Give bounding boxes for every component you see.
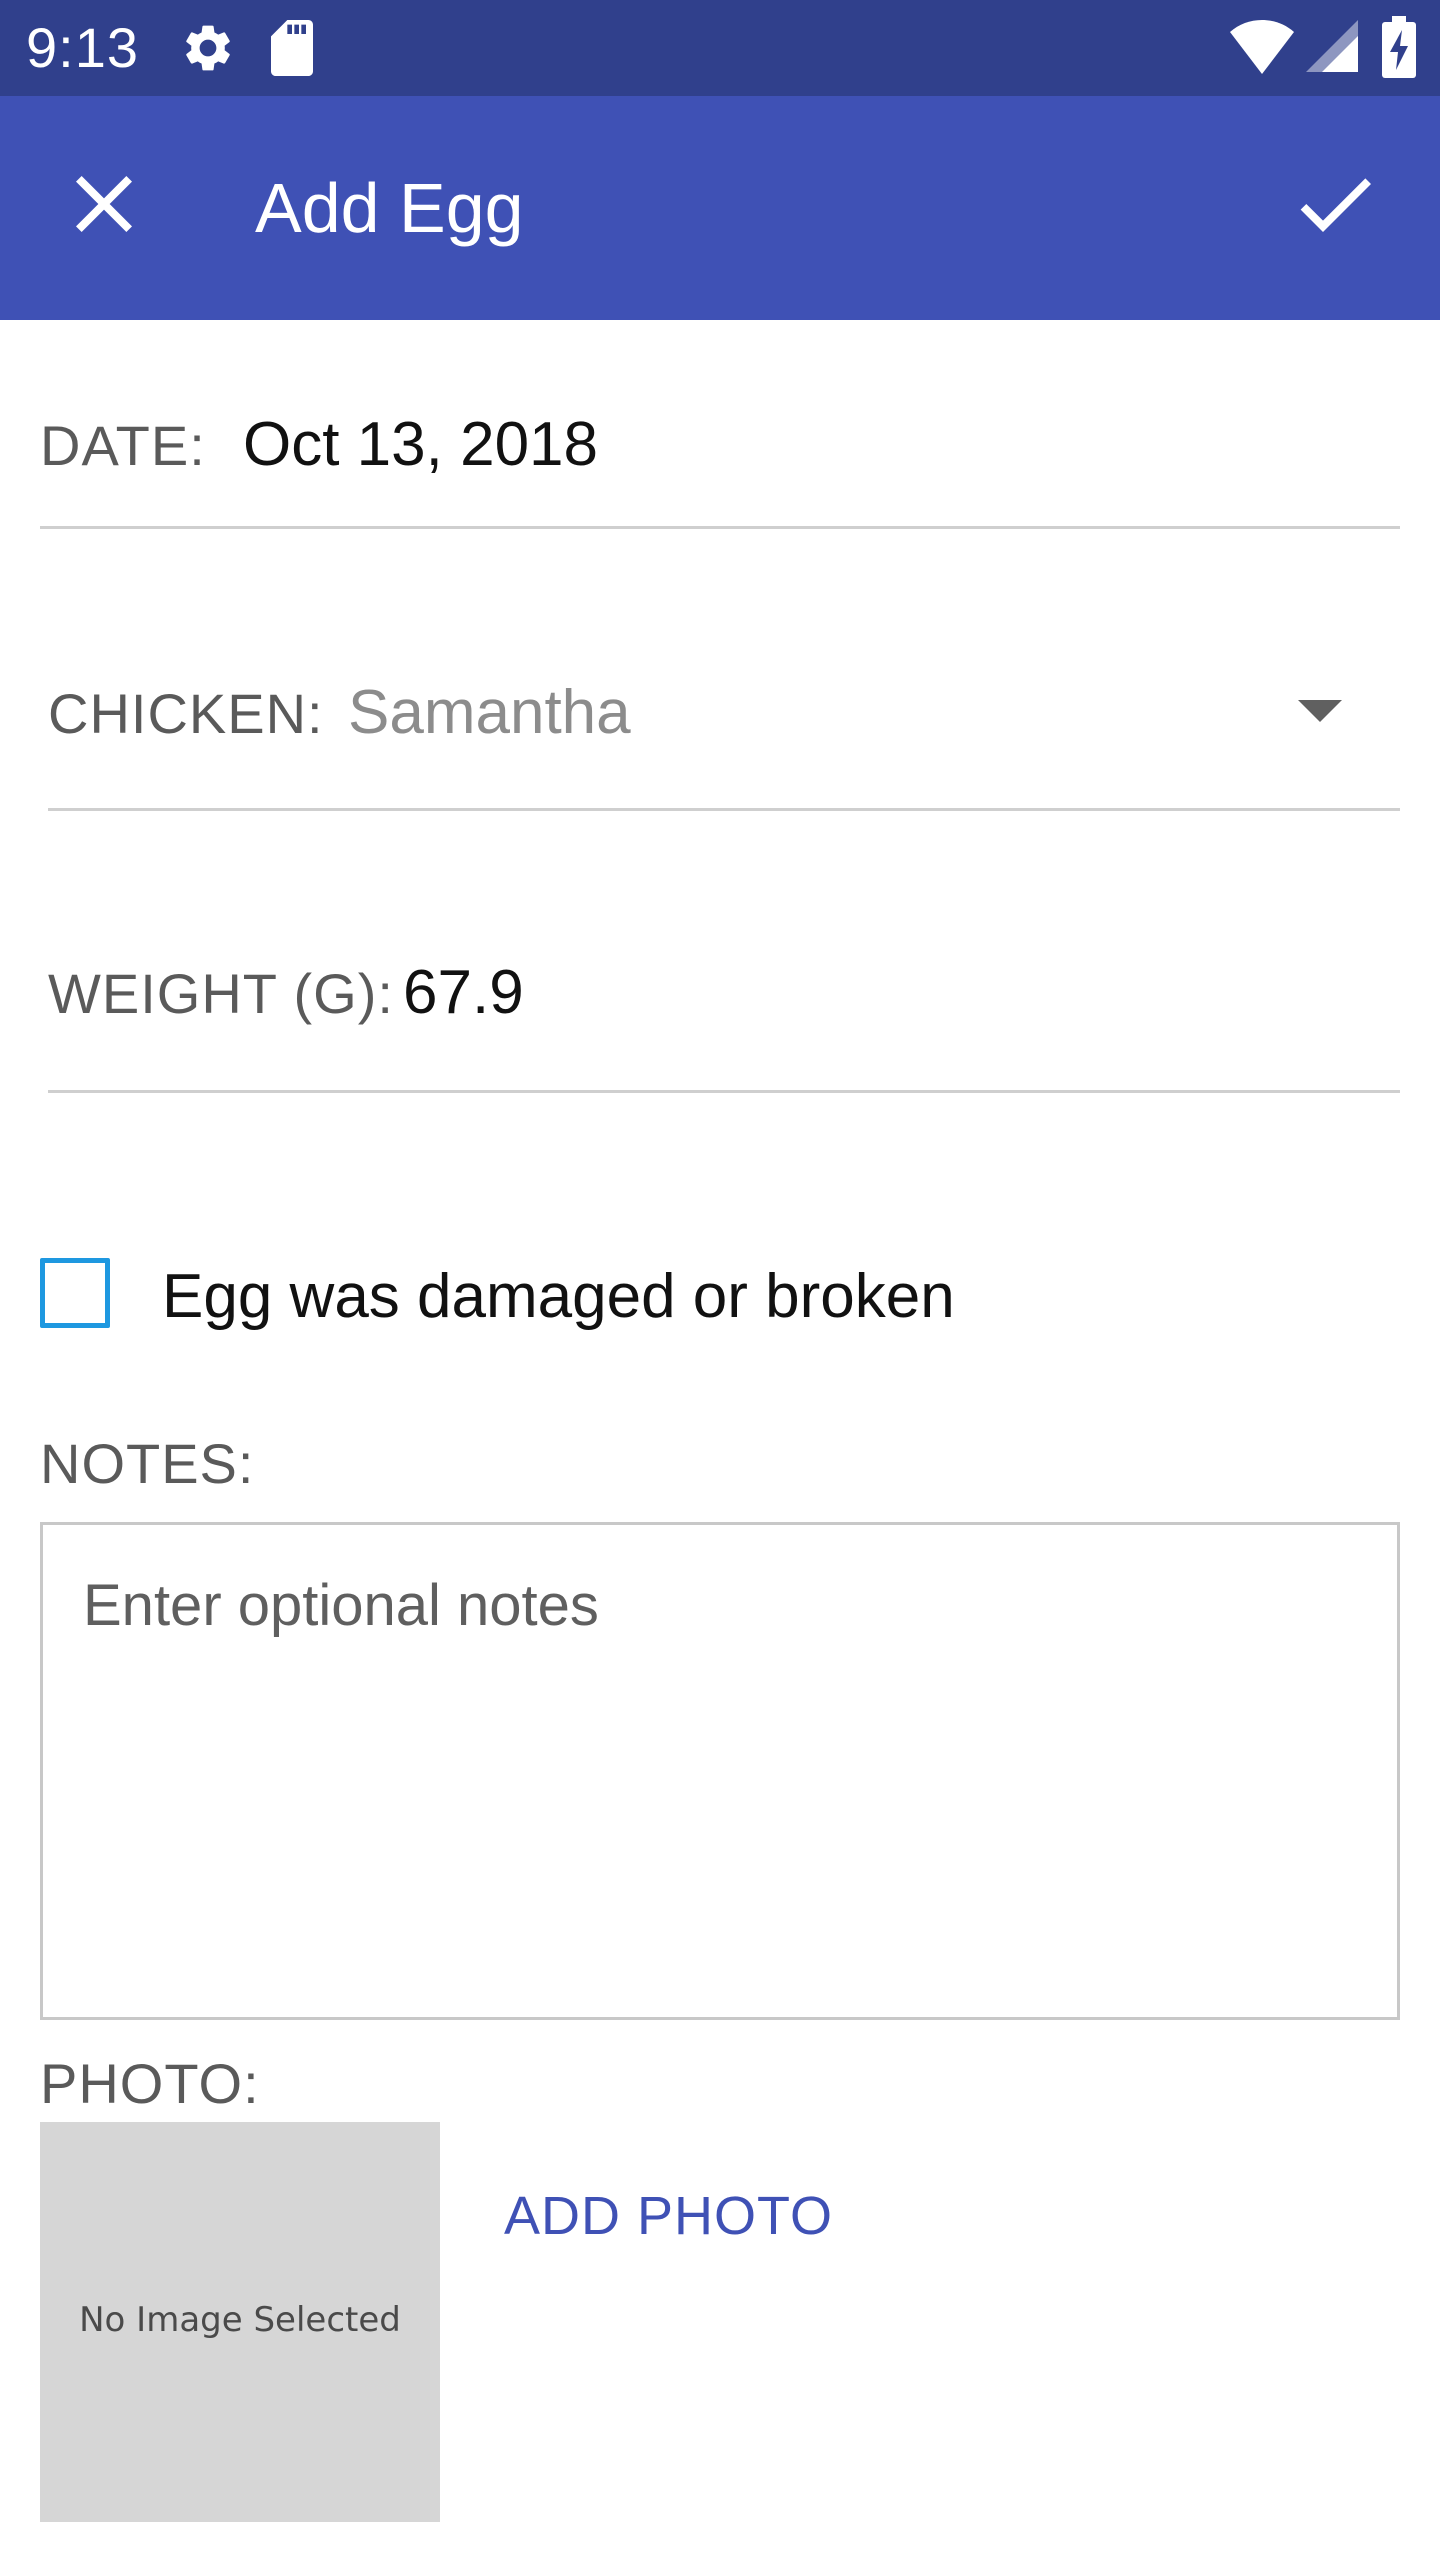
notes-label: NOTES:	[40, 1432, 255, 1495]
damaged-checkbox[interactable]	[40, 1258, 110, 1328]
weight-divider	[48, 1090, 1400, 1093]
chevron-down-icon	[1298, 700, 1342, 722]
cell-signal-icon	[1306, 20, 1358, 72]
wifi-icon	[1230, 20, 1294, 74]
date-label: DATE:	[40, 414, 206, 477]
date-field[interactable]: Oct 13, 2018	[243, 410, 598, 480]
chicken-divider	[48, 808, 1400, 811]
status-bar: 9:13	[0, 0, 1440, 96]
sd-card-icon	[271, 20, 313, 76]
photo-label: PHOTO:	[40, 2052, 260, 2115]
battery-charging-icon	[1382, 16, 1416, 78]
chicken-selected-value: Samantha	[348, 678, 631, 747]
weight-field[interactable]: 67.9	[403, 958, 524, 1028]
check-icon[interactable]	[1280, 156, 1390, 252]
add-photo-button[interactable]: ADD PHOTO	[504, 2184, 833, 2248]
page-title: Add Egg	[255, 169, 524, 247]
notes-placeholder: Enter optional notes	[83, 1573, 599, 1638]
app-bar: Add Egg	[0, 96, 1440, 320]
photo-empty-text: No Image Selected	[79, 2300, 401, 2340]
close-icon[interactable]	[56, 156, 152, 252]
date-divider	[40, 526, 1400, 529]
photo-preview: No Image Selected	[40, 2122, 440, 2522]
settings-icon	[186, 25, 230, 71]
damaged-checkbox-label[interactable]: Egg was damaged or broken	[162, 1262, 955, 1332]
weight-label: WEIGHT (G):	[48, 962, 394, 1025]
notes-textarea[interactable]: Enter optional notes	[40, 1522, 1400, 2020]
chicken-label: CHICKEN:	[48, 682, 324, 745]
status-time: 9:13	[26, 16, 139, 79]
